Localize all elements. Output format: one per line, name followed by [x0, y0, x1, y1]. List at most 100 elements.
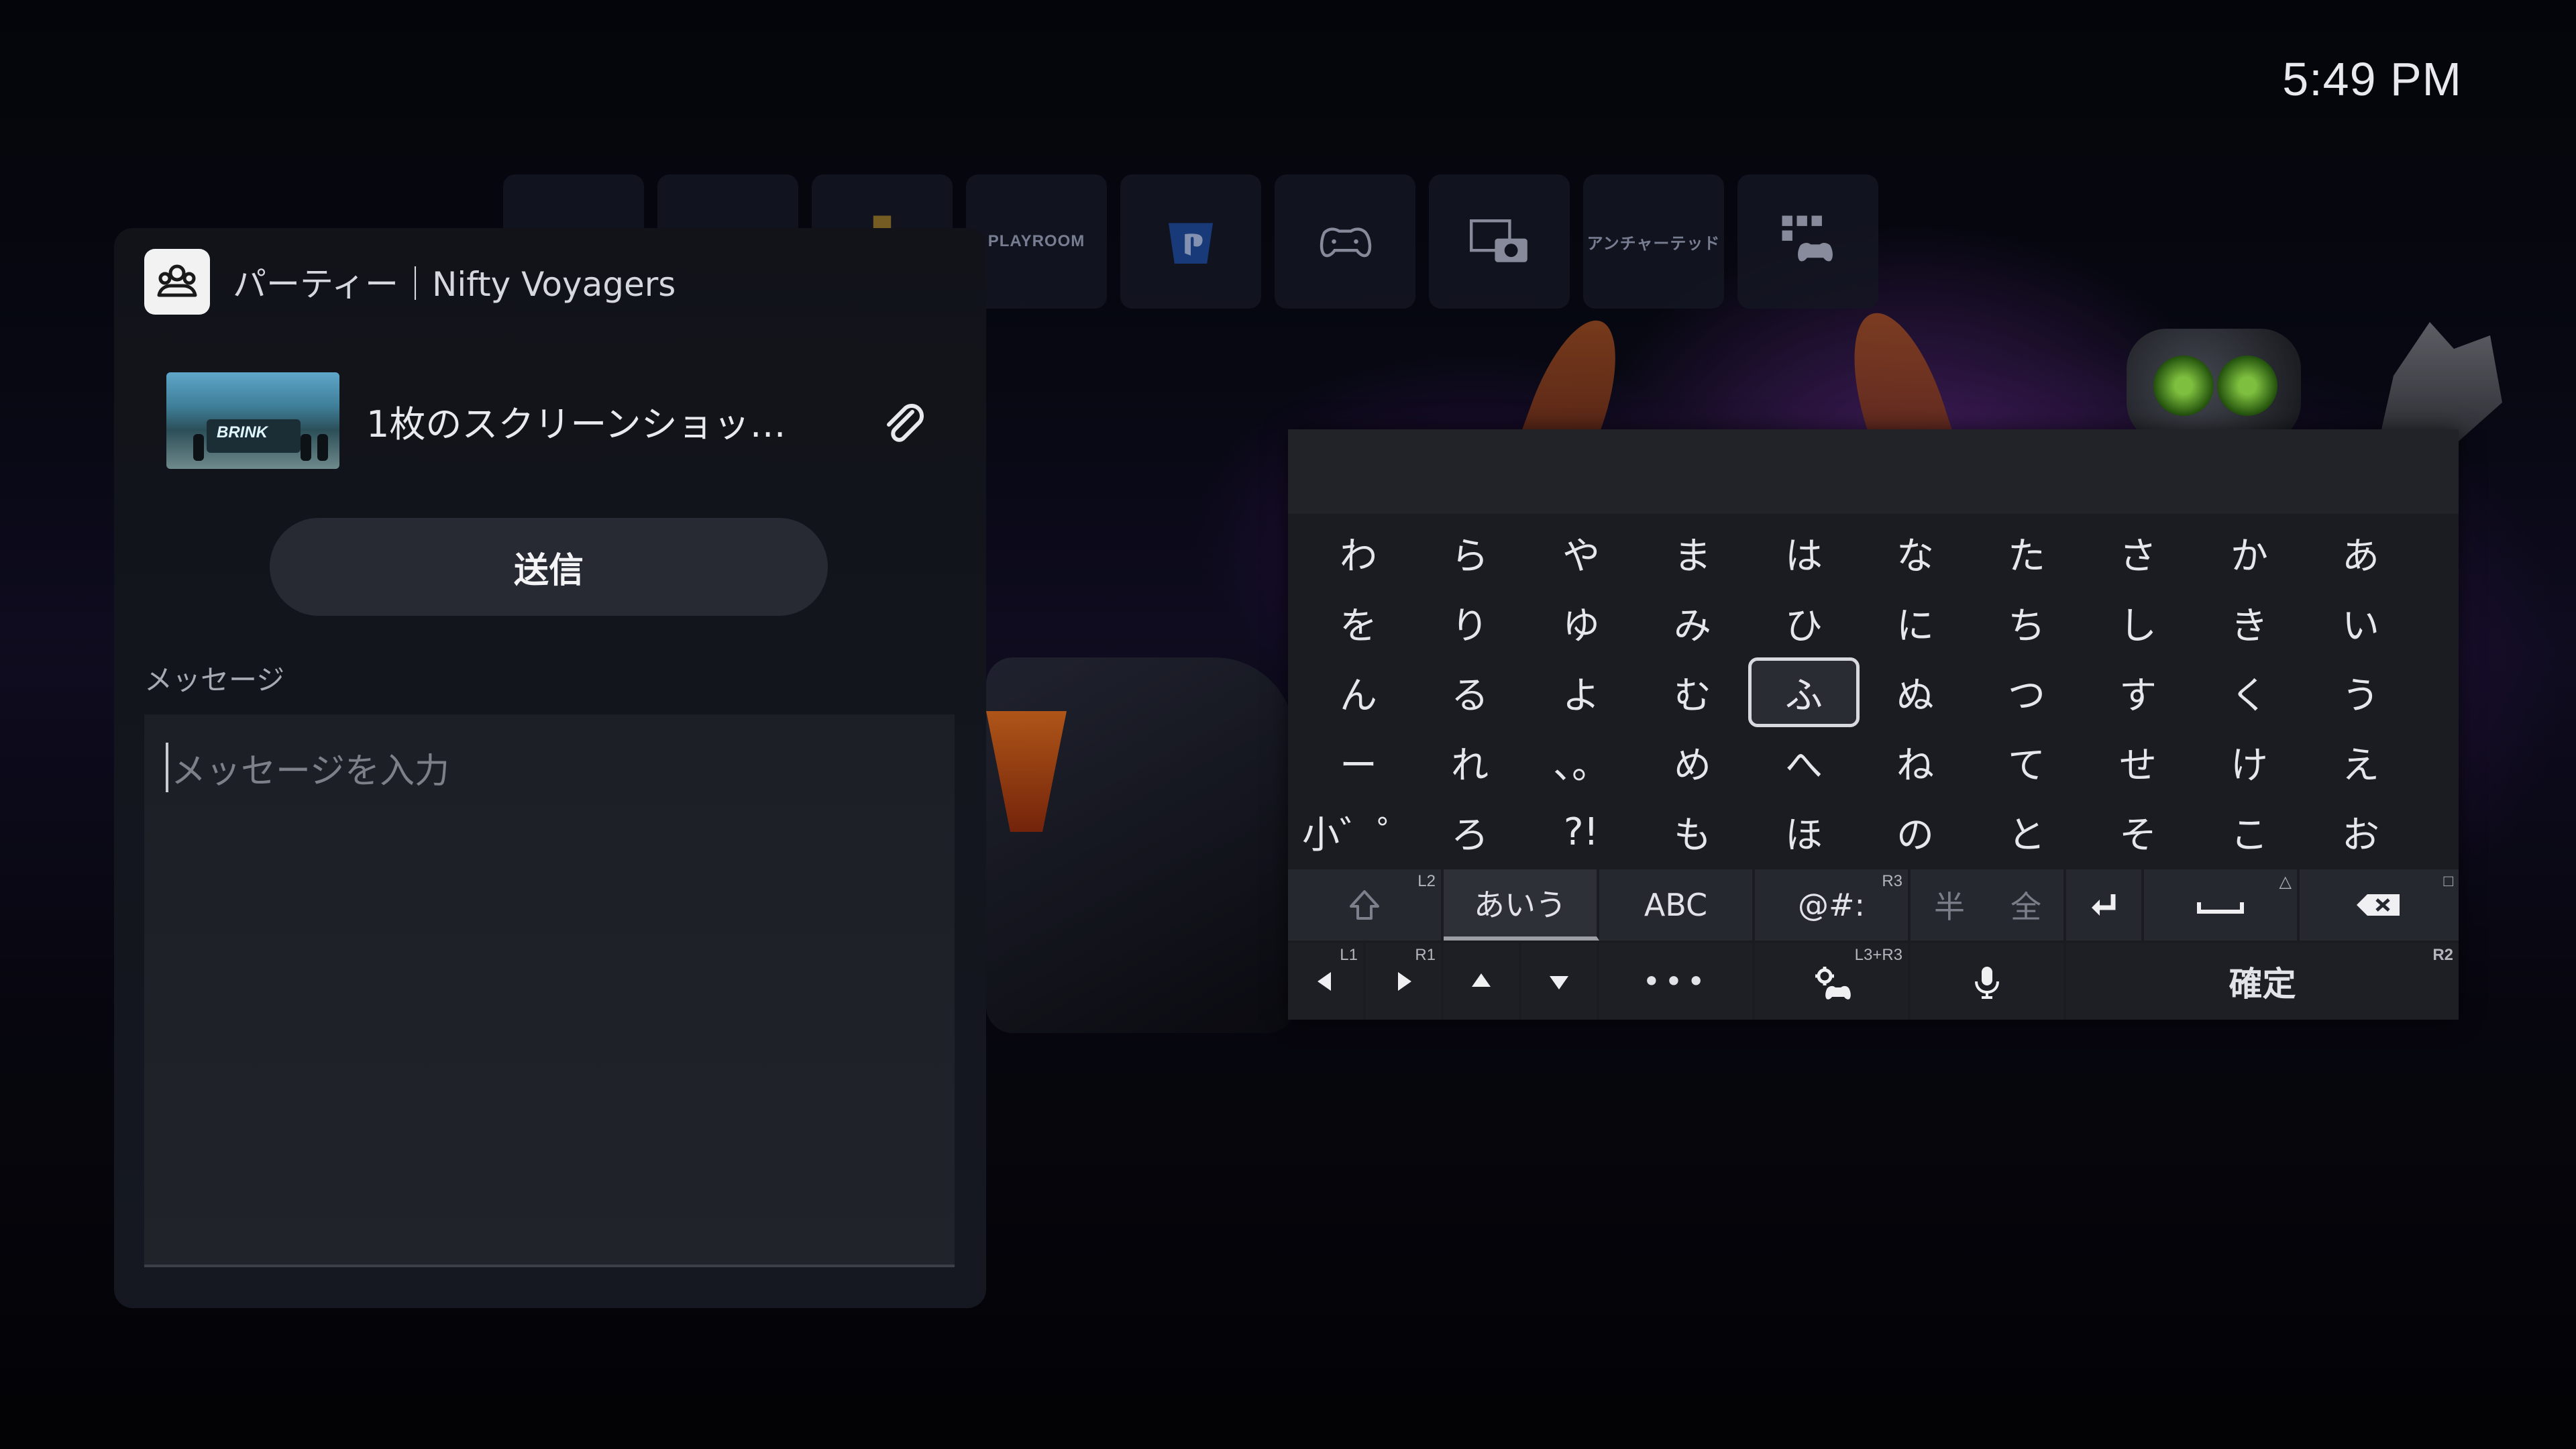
keyboard-settings-key[interactable]: L3+R3 [1755, 943, 1911, 1020]
kana-key[interactable]: よ [1525, 657, 1637, 727]
text-caret [166, 743, 168, 792]
confirm-key[interactable]: 確定 R2 [2066, 943, 2459, 1020]
kana-key[interactable]: つ [1971, 657, 2082, 727]
attachment-label: 1枚のスクリーンショッ… [366, 402, 786, 445]
more-options-key[interactable]: ••• [1599, 943, 1755, 1020]
message-label: メッセージ [144, 663, 285, 696]
kana-key[interactable]: 、。 [1525, 727, 1637, 797]
half-width-label: 半 [1934, 889, 1965, 925]
cursor-up-key[interactable] [1444, 943, 1521, 1020]
kana-key[interactable]: た [1971, 518, 2082, 588]
enter-icon [2092, 894, 2116, 916]
full-width-label: 全 [2010, 889, 2041, 925]
game-library-tile[interactable] [1737, 174, 1878, 309]
kana-key[interactable]: の [1860, 797, 1971, 867]
attachment-row[interactable]: BRINK 1枚のスクリーンショッ… [166, 370, 938, 471]
kana-key[interactable]: さ [2082, 518, 2194, 588]
kana-key[interactable]: れ [1414, 727, 1525, 797]
game-tile-japanese[interactable]: アンチャーテッド [1583, 174, 1724, 309]
kana-key-grid: わらやまはなたさかあをりゆみひにちしきいんるよむふぬつすくうーれ、。めへねてせけ… [1302, 518, 2443, 867]
kana-key[interactable]: え [2305, 727, 2416, 797]
kana-key[interactable]: せ [2082, 727, 2194, 797]
on-screen-keyboard: わらやまはなたさかあをりゆみひにちしきいんるよむふぬつすくうーれ、。めへねてせけ… [1288, 429, 2459, 1020]
kana-key[interactable]: し [2082, 588, 2194, 657]
kana-key[interactable]: わ [1303, 518, 1414, 588]
triangle-up-icon [1472, 973, 1491, 987]
kana-key[interactable]: い [2305, 588, 2416, 657]
kana-key[interactable]: す [2082, 657, 2194, 727]
message-input[interactable]: メッセージを入力 [144, 714, 955, 1267]
keyboard-navigation-row: L1 R1 ••• L3+R3 確定 R2 [1288, 943, 2459, 1020]
space-key[interactable]: △ [2144, 869, 2300, 941]
kana-key[interactable]: を [1303, 588, 1414, 657]
party-icon [144, 249, 210, 315]
kana-key[interactable]: み [1637, 588, 1748, 657]
controller-settings-icon [1815, 967, 1851, 1000]
paperclip-icon[interactable] [877, 397, 931, 451]
shortcut-tag: L1 [1340, 946, 1358, 964]
kana-key[interactable]: う [2305, 657, 2416, 727]
kana-key[interactable]: ?! [1525, 797, 1637, 867]
kana-key[interactable]: へ [1748, 727, 1860, 797]
kana-key[interactable]: こ [2194, 797, 2305, 867]
send-button[interactable]: 送信 [270, 518, 828, 616]
kana-key[interactable]: お [2305, 797, 2416, 867]
kana-key[interactable]: も [1637, 797, 1748, 867]
hiragana-mode-key[interactable]: あいう [1444, 869, 1599, 941]
kana-key[interactable]: き [2194, 588, 2305, 657]
kana-key[interactable]: と [1971, 797, 2082, 867]
alphabet-mode-key[interactable]: ABC [1599, 869, 1755, 941]
shortcut-tag: △ [2279, 873, 2292, 891]
cursor-left-key[interactable]: L1 [1288, 943, 1366, 1020]
kana-key[interactable]: ふ [1748, 657, 1860, 727]
full-width-key[interactable]: 全 [1988, 869, 2066, 941]
kana-key[interactable]: あ [2305, 518, 2416, 588]
backspace-key[interactable]: □ [2300, 869, 2459, 941]
kana-key[interactable]: ち [1971, 588, 2082, 657]
keyboard-input-preview [1288, 429, 2459, 514]
kana-key[interactable]: ゆ [1525, 588, 1637, 657]
kana-key[interactable]: ね [1860, 727, 1971, 797]
kana-key[interactable]: ひ [1748, 588, 1860, 657]
kana-key[interactable]: な [1860, 518, 1971, 588]
kana-key[interactable]: め [1637, 727, 1748, 797]
kana-key[interactable]: ん [1303, 657, 1414, 727]
kana-key[interactable]: む [1637, 657, 1748, 727]
playstation-store-tile[interactable] [1120, 174, 1261, 309]
shift-key[interactable]: L2 [1288, 869, 1444, 941]
kana-key[interactable]: て [1971, 727, 2082, 797]
kana-key[interactable]: け [2194, 727, 2305, 797]
kana-key[interactable]: り [1414, 588, 1525, 657]
hiragana-mode-label: あいう [1474, 887, 1566, 923]
kana-key[interactable]: そ [2082, 797, 2194, 867]
kana-key[interactable]: ま [1637, 518, 1748, 588]
kana-key[interactable]: に [1860, 588, 1971, 657]
kana-key[interactable]: は [1748, 518, 1860, 588]
kana-key[interactable]: か [2194, 518, 2305, 588]
shortcut-tag: L2 [1417, 872, 1436, 890]
media-gallery-tile[interactable] [1429, 174, 1570, 309]
kana-key[interactable]: る [1414, 657, 1525, 727]
kana-key[interactable]: ら [1414, 518, 1525, 588]
voice-input-key[interactable] [1911, 943, 2066, 1020]
kana-key[interactable]: や [1525, 518, 1637, 588]
kana-key[interactable]: ほ [1748, 797, 1860, 867]
kana-key[interactable]: ろ [1414, 797, 1525, 867]
game-controller-tile[interactable] [1275, 174, 1415, 309]
kana-key[interactable]: く [2194, 657, 2305, 727]
kana-key[interactable]: ぬ [1860, 657, 1971, 727]
symbol-mode-key[interactable]: @#: R3 [1755, 869, 1911, 941]
shortcut-tag: R2 [2432, 946, 2453, 964]
astros-playroom-tile[interactable]: PLAYROOM [966, 174, 1107, 309]
cursor-down-key[interactable] [1521, 943, 1599, 1020]
screenshot-thumbnail: BRINK [166, 372, 339, 469]
microphone-icon [1975, 967, 1999, 999]
half-width-key[interactable]: 半 [1911, 869, 1988, 941]
kana-key[interactable]: ー [1303, 727, 1414, 797]
enter-key[interactable] [2066, 869, 2144, 941]
cursor-right-key[interactable]: R1 [1366, 943, 1444, 1020]
tile-label: PLAYROOM [987, 232, 1085, 250]
kana-key[interactable]: 小゛゜ [1302, 797, 1415, 867]
triangle-down-icon [1550, 976, 1568, 989]
thumbnail-figure [317, 434, 328, 461]
